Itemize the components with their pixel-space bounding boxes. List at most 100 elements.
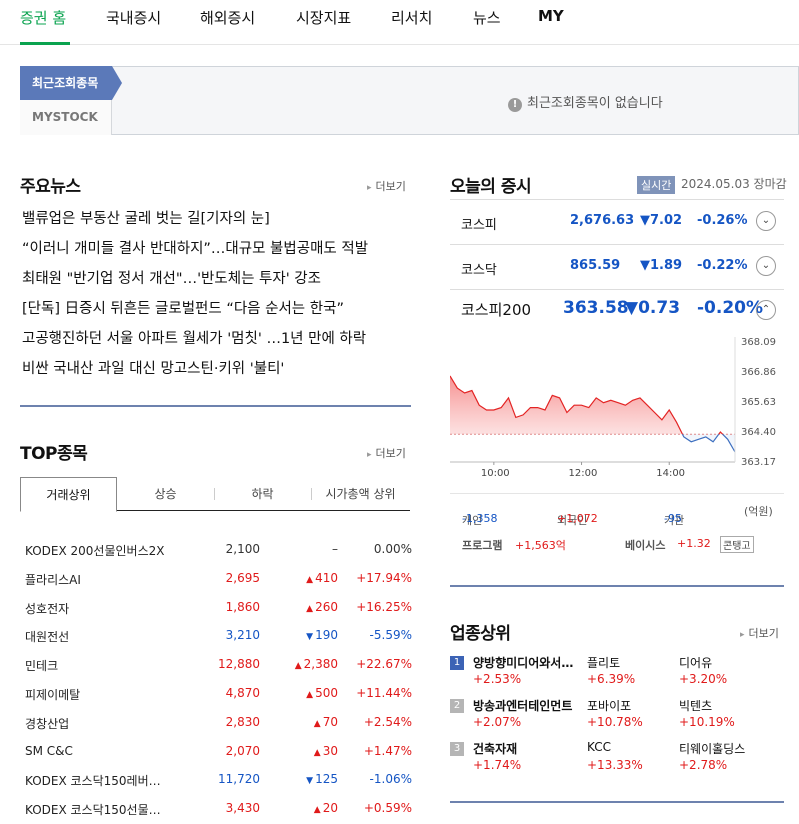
news-item[interactable]: 밸류업은 부동산 굴레 벗는 길[기자의 눈] bbox=[22, 207, 410, 237]
x-tick-label: 12:00 bbox=[569, 468, 598, 479]
stock-change: ▲ 30 bbox=[314, 744, 338, 758]
date-text: 2024.05.03 bbox=[681, 177, 750, 191]
sector-stock-name[interactable]: 디어유 bbox=[679, 654, 769, 671]
mystock-tab[interactable]: MYSTOCK bbox=[20, 100, 112, 135]
sector-rate: +10.78% bbox=[587, 715, 643, 729]
up-triangle-icon: ▲ bbox=[294, 661, 302, 672]
table-row[interactable]: 대원전선 3,210 ▼ 190 -5.59% bbox=[25, 621, 415, 650]
stock-name[interactable]: 대원전선 bbox=[25, 628, 170, 645]
active-tab-indicator bbox=[20, 42, 70, 45]
y-tick-label: 368.09 bbox=[741, 337, 776, 348]
top-more-link[interactable]: ▸ 더보기 bbox=[367, 445, 406, 461]
section-divider bbox=[450, 585, 784, 587]
stock-name[interactable]: 성호전자 bbox=[25, 600, 170, 617]
stock-rate: +11.44% bbox=[356, 685, 412, 700]
table-row[interactable]: 플라리스AI 2,695 ▲ 410 +17.94% bbox=[25, 564, 415, 593]
change-value: 0.73 bbox=[638, 298, 681, 318]
news-item[interactable]: “이러니 개미들 결사 반대하지”…대규모 불법공매도 적발 bbox=[22, 237, 410, 267]
stock-rate: 0.00% bbox=[373, 542, 412, 556]
news-item[interactable]: 최태원 "반기업 정서 개선"…'반도체는 투자' 강조 bbox=[22, 267, 410, 297]
recent-stocks-tab[interactable]: 최근조회종목 bbox=[20, 66, 122, 100]
tab-volume-top[interactable]: 거래상위 bbox=[20, 477, 117, 512]
tab-stock-home[interactable]: 증권 홈 bbox=[20, 7, 66, 28]
stock-rate: +2.54% bbox=[363, 714, 412, 729]
top-more-label: 더보기 bbox=[375, 447, 406, 460]
tab-market-cap[interactable]: 시가총액 상위 bbox=[311, 477, 410, 511]
market-status: 장마감 bbox=[753, 177, 787, 191]
sector-rate: +2.78% bbox=[679, 758, 728, 772]
change-value: 500 bbox=[315, 685, 338, 700]
stock-price: 4,870 bbox=[225, 685, 260, 700]
stock-rate: -5.59% bbox=[369, 628, 412, 643]
tab-falling[interactable]: 하락 bbox=[214, 477, 311, 511]
stock-name[interactable]: 피제이메탈 bbox=[25, 686, 170, 703]
sector-more-link[interactable]: ▸ 더보기 bbox=[740, 625, 779, 641]
news-item[interactable]: 고공행진하던 서울 아파트 월세가 '멈칫' …1년 만에 하락 bbox=[22, 327, 410, 357]
tab-news[interactable]: 뉴스 bbox=[473, 7, 501, 28]
stock-change: ▲ 260 bbox=[306, 600, 338, 614]
down-triangle-icon: ▼ bbox=[640, 213, 650, 228]
stock-name[interactable]: KODEX 200선물인버스2X bbox=[25, 542, 170, 559]
news-item[interactable]: 비싼 국내산 과일 대신 망고스틴·키위 '불티' bbox=[22, 357, 410, 387]
stock-name[interactable]: 민테크 bbox=[25, 657, 170, 674]
news-item[interactable]: [단독] 日증시 뒤흔든 글로벌펀드 “다음 순서는 한국” bbox=[22, 297, 410, 327]
stock-name[interactable]: KODEX 코스닥150레버리지 bbox=[25, 772, 170, 789]
stock-change: ▼ 125 bbox=[306, 772, 338, 786]
unit-label: (억원) bbox=[744, 505, 773, 518]
index-rate: -0.22% bbox=[697, 258, 748, 273]
index-row[interactable]: 코스피 2,676.63 ▼7.02 -0.26% ⌄ bbox=[450, 200, 784, 245]
sector-stock-name[interactable]: KCC bbox=[587, 740, 672, 754]
tab-rising[interactable]: 상승 bbox=[117, 477, 214, 511]
index-change: ▼7.02 bbox=[640, 213, 682, 228]
tab-my[interactable]: MY bbox=[538, 7, 564, 25]
index-row[interactable]: 코스닥 865.59 ▼1.89 -0.22% ⌄ bbox=[450, 245, 784, 290]
sector-rate: +10.19% bbox=[679, 715, 735, 729]
sector-rate: +1.74% bbox=[473, 758, 522, 772]
investor-value: -95 bbox=[664, 512, 682, 525]
table-row[interactable]: SM C&C 2,070 ▲ 30 +1.47% bbox=[25, 737, 415, 766]
y-tick-label: 365.63 bbox=[741, 397, 776, 408]
change-value: 125 bbox=[315, 772, 338, 787]
sector-stock-name[interactable]: 플리토 bbox=[587, 654, 672, 671]
chevron-right-icon: ▸ bbox=[367, 450, 372, 460]
sector-name[interactable]: 양방향미디어와서비스 bbox=[473, 654, 578, 671]
sector-stock-name[interactable]: 빅텐츠 bbox=[679, 697, 769, 714]
news-more-link[interactable]: ▸ 더보기 bbox=[367, 178, 406, 194]
stock-change: ▲ 410 bbox=[306, 571, 338, 585]
tab-overseas[interactable]: 해외증시 bbox=[200, 7, 255, 28]
chevron-down-icon[interactable]: ⌄ bbox=[756, 211, 776, 231]
sector-row: 2 방송과엔터테인먼트 +2.07% 포바이포 +10.78% 빅텐츠 +10.19% bbox=[450, 694, 784, 738]
stock-name[interactable]: KODEX 코스닥150선물인버스 bbox=[25, 801, 170, 818]
table-row[interactable]: 피제이메탈 4,870 ▲ 500 +11.44% bbox=[25, 679, 415, 708]
stock-name[interactable]: SM C&C bbox=[25, 744, 170, 758]
table-row[interactable]: 성호전자 1,860 ▲ 260 +16.25% bbox=[25, 593, 415, 622]
investor-value: +1,072 bbox=[557, 512, 598, 525]
table-row[interactable]: 경창산업 2,830 ▲ 70 +2.54% bbox=[25, 708, 415, 737]
sector-name[interactable]: 방송과엔터테인먼트 bbox=[473, 697, 578, 714]
stock-rate: +0.59% bbox=[363, 801, 412, 816]
sector-stock-name[interactable]: 포바이포 bbox=[587, 697, 672, 714]
table-row[interactable]: KODEX 코스닥150레버리지 11,720 ▼ 125 -1.06% bbox=[25, 765, 415, 794]
index-row[interactable]: 코스피200 363.58 ▼0.73 -0.20% ⌃ bbox=[450, 292, 784, 336]
table-row[interactable]: KODEX 코스닥150선물인버스 3,430 ▲ 20 +0.59% bbox=[25, 794, 415, 823]
empty-message-text: 최근조회종목이 없습니다 bbox=[527, 96, 663, 111]
chevron-down-icon[interactable]: ⌄ bbox=[756, 256, 776, 276]
change-value: 260 bbox=[315, 599, 338, 614]
index-value: 865.59 bbox=[570, 258, 621, 273]
table-row[interactable]: 민테크 12,880 ▲ 2,380 +22.67% bbox=[25, 650, 415, 679]
y-tick-label: 364.40 bbox=[741, 427, 776, 438]
tab-research[interactable]: 리서치 bbox=[391, 7, 432, 28]
x-tick-label: 14:00 bbox=[656, 468, 685, 479]
stock-name[interactable]: 플라리스AI bbox=[25, 571, 170, 588]
up-triangle-icon: ▲ bbox=[313, 718, 321, 729]
tab-market-index[interactable]: 시장지표 bbox=[296, 7, 351, 28]
stock-name[interactable]: 경창산업 bbox=[25, 715, 170, 732]
recent-stocks-panel: 최근조회종목 MYSTOCK ! 최근조회종목이 없습니다 bbox=[20, 66, 799, 135]
sector-name[interactable]: 건축자재 bbox=[473, 740, 578, 757]
sector-stock-name[interactable]: 티웨이홀딩스 bbox=[679, 740, 769, 757]
chevron-up-icon[interactable]: ⌃ bbox=[756, 300, 776, 320]
table-row[interactable]: KODEX 200선물인버스2X 2,100 – 0.00% bbox=[25, 535, 415, 564]
top-stocks-list: KODEX 200선물인버스2X 2,100–0.00% 플라리스AI 2,695 ▲ 4… bbox=[25, 535, 415, 823]
stock-price: 2,695 bbox=[225, 570, 260, 585]
tab-domestic[interactable]: 국내증시 bbox=[106, 7, 161, 28]
